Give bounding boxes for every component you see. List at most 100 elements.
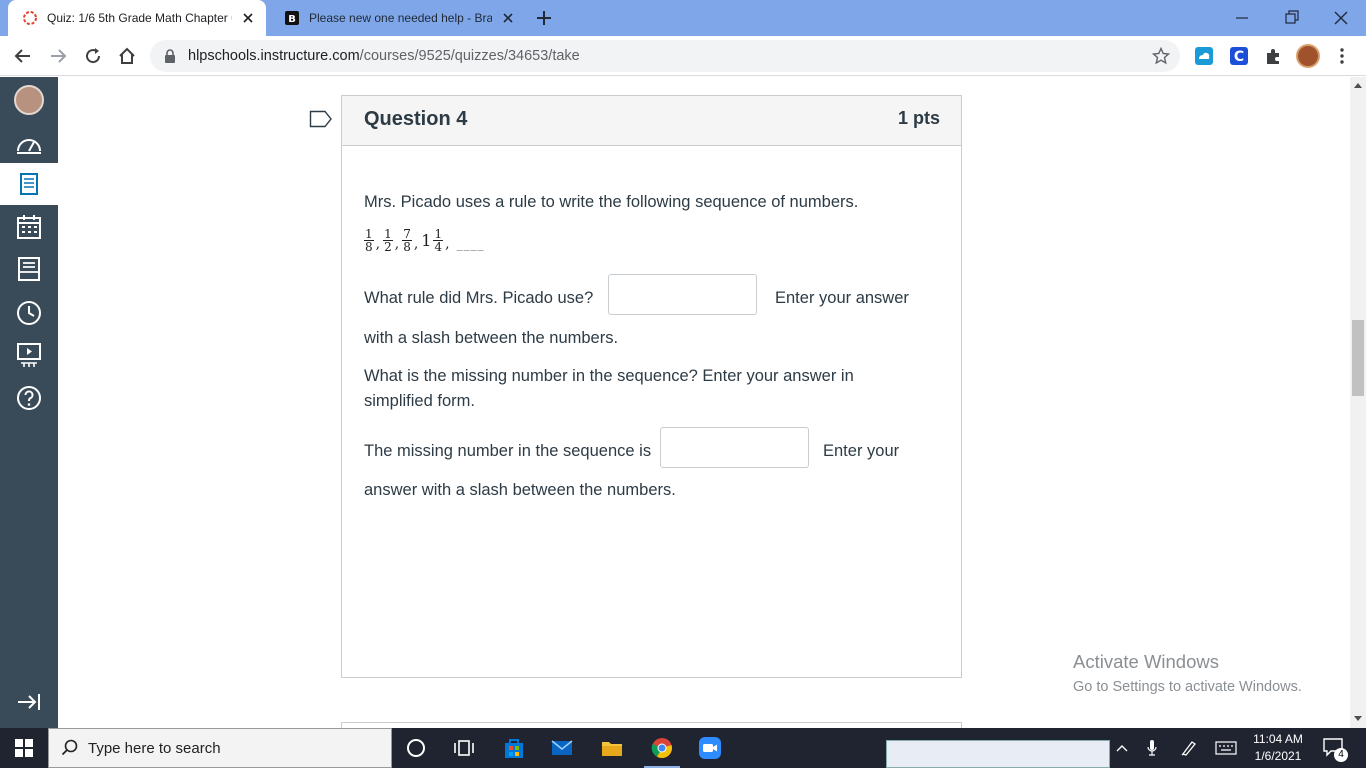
missing-instruction: Enter your — [823, 442, 900, 460]
nav-history[interactable] — [0, 292, 58, 334]
watermark-subtitle: Go to Settings to activate Windows. — [1073, 679, 1302, 695]
bookmark-star-icon[interactable] — [1152, 47, 1170, 65]
mail-app[interactable] — [538, 728, 586, 768]
minimize-icon[interactable] — [1230, 6, 1254, 30]
clock-icon — [17, 301, 41, 325]
restore-icon[interactable] — [1280, 6, 1304, 30]
touch-keyboard-tray[interactable] — [1214, 728, 1238, 768]
store-bag-icon — [505, 739, 523, 758]
nav-courses[interactable] — [0, 163, 58, 205]
zoom-camera-icon — [699, 737, 721, 759]
close-icon[interactable] — [500, 10, 516, 26]
forward-arrow-icon[interactable] — [48, 46, 68, 66]
action-center[interactable]: 4 — [1322, 736, 1348, 762]
zoom-app[interactable] — [686, 728, 734, 768]
scroll-down-icon[interactable] — [1353, 715, 1363, 723]
profile-avatar[interactable] — [1296, 44, 1320, 68]
cortana-circle-icon — [407, 739, 425, 757]
question-intro: Mrs. Picado uses a rule to write the fol… — [364, 193, 859, 211]
whole-number: 1 — [421, 231, 432, 250]
scroll-up-icon[interactable] — [1353, 81, 1363, 89]
start-button[interactable] — [0, 728, 48, 768]
reload-icon[interactable] — [83, 46, 103, 66]
fraction: 18 — [364, 228, 374, 253]
taskbar-search[interactable]: Type here to search — [48, 728, 392, 768]
store-app[interactable] — [490, 728, 538, 768]
nav-account[interactable] — [0, 79, 58, 121]
rule-instruction: Enter your answer — [775, 289, 909, 307]
menu-kebab-icon[interactable] — [1332, 46, 1352, 66]
url-host: hlpschools.instructure.com — [188, 48, 360, 64]
chevron-up-icon — [1116, 745, 1128, 752]
pen-tray[interactable] — [1178, 728, 1200, 768]
back-arrow-icon[interactable] — [13, 46, 33, 66]
canvas-logo-icon — [23, 11, 37, 25]
missing-instruction-cont: answer with a slash between the numbers. — [364, 481, 676, 499]
file-explorer-app[interactable] — [588, 728, 636, 768]
question-title: Question 4 — [364, 108, 468, 130]
close-icon[interactable] — [240, 10, 256, 26]
nav-studio[interactable] — [0, 334, 58, 376]
task-view-button[interactable] — [440, 728, 488, 768]
cortana-button[interactable] — [392, 728, 440, 768]
inbox-icon — [18, 257, 40, 281]
lock-icon[interactable] — [164, 49, 176, 63]
nav-calendar[interactable] — [0, 206, 58, 248]
window-thumbnail-preview[interactable] — [886, 740, 1110, 768]
url-path: /courses/9525/quizzes/34653/take — [359, 48, 580, 64]
url-text: hlpschools.instructure.com/courses/9525/… — [188, 48, 580, 64]
tab-title: Quiz: 1/6 5th Grade Math Chapter 6 — [47, 11, 232, 25]
nav-help[interactable] — [0, 377, 58, 419]
chrome-app[interactable] — [638, 728, 686, 768]
flag-question-icon[interactable] — [309, 110, 333, 128]
mail-envelope-icon — [551, 740, 573, 755]
sequence-blank: ____ — [456, 236, 485, 251]
page-scrollbar[interactable] — [1350, 77, 1366, 728]
show-hidden-icons[interactable] — [1112, 728, 1132, 768]
taskbar-clock[interactable]: 11:04 AM 1/6/2021 — [1240, 731, 1316, 765]
help-question-icon — [17, 386, 41, 410]
denominator: 8 — [403, 240, 411, 254]
new-tab-plus-icon[interactable] — [534, 8, 554, 28]
fraction: 12 — [383, 228, 393, 253]
brainly-logo-icon: B — [285, 11, 299, 25]
scrollbar-thumb[interactable] — [1352, 320, 1364, 396]
window-close-icon[interactable] — [1329, 6, 1353, 30]
rule-instruction-cont: with a slash between the numbers. — [364, 329, 619, 347]
comma: , — [413, 235, 419, 252]
missing-prompt: What is the missing number in the sequen… — [364, 367, 854, 385]
avatar — [14, 85, 44, 115]
studio-screen-icon — [17, 343, 41, 367]
keyboard-icon — [1215, 741, 1237, 755]
tab-brainly[interactable]: B Please new one needed help - Brainly — [270, 0, 526, 36]
number-sequence: 18 , 12 , 78 , 1 14 , ____ — [364, 228, 485, 253]
rule-answer-input[interactable] — [608, 274, 757, 315]
home-icon[interactable] — [117, 46, 137, 66]
watermark-title: Activate Windows — [1073, 651, 1219, 672]
cloud-extension-icon[interactable] — [1194, 46, 1214, 66]
browser-toolbar: hlpschools.instructure.com/courses/9525/… — [0, 36, 1366, 76]
folder-icon — [602, 742, 622, 756]
windows-activation-watermark: Activate Windows Go to Settings to activ… — [1073, 651, 1302, 695]
pen-icon — [1181, 741, 1196, 756]
denominator: 8 — [365, 240, 373, 254]
missing-answer-input[interactable] — [660, 427, 809, 468]
windows-logo-icon — [15, 739, 33, 757]
tab-quiz[interactable]: Quiz: 1/6 5th Grade Math Chapter 6 — [8, 0, 266, 36]
puzzle-extensions-icon[interactable] — [1263, 46, 1283, 66]
tab-title: Please new one needed help - Brainly — [309, 11, 492, 25]
quiz-content: Question 4 1 pts Mrs. Picado uses a rule… — [58, 77, 1350, 728]
nav-dashboard[interactable] — [0, 124, 58, 166]
nav-collapse[interactable] — [0, 681, 58, 723]
address-bar[interactable]: hlpschools.instructure.com/courses/9525/… — [150, 40, 1180, 72]
rule-prompt: What rule did Mrs. Picado use? — [364, 289, 594, 307]
c-extension-icon[interactable]: C — [1229, 46, 1249, 66]
missing-label: The missing number in the sequence is — [364, 442, 652, 460]
notification-badge: 4 — [1334, 748, 1348, 762]
clock-time: 11:04 AM — [1253, 732, 1303, 746]
calendar-icon — [17, 215, 41, 239]
collapse-arrow-icon — [18, 694, 40, 710]
nav-inbox[interactable] — [0, 248, 58, 290]
comma: , — [375, 235, 381, 252]
microphone-tray[interactable] — [1142, 728, 1162, 768]
